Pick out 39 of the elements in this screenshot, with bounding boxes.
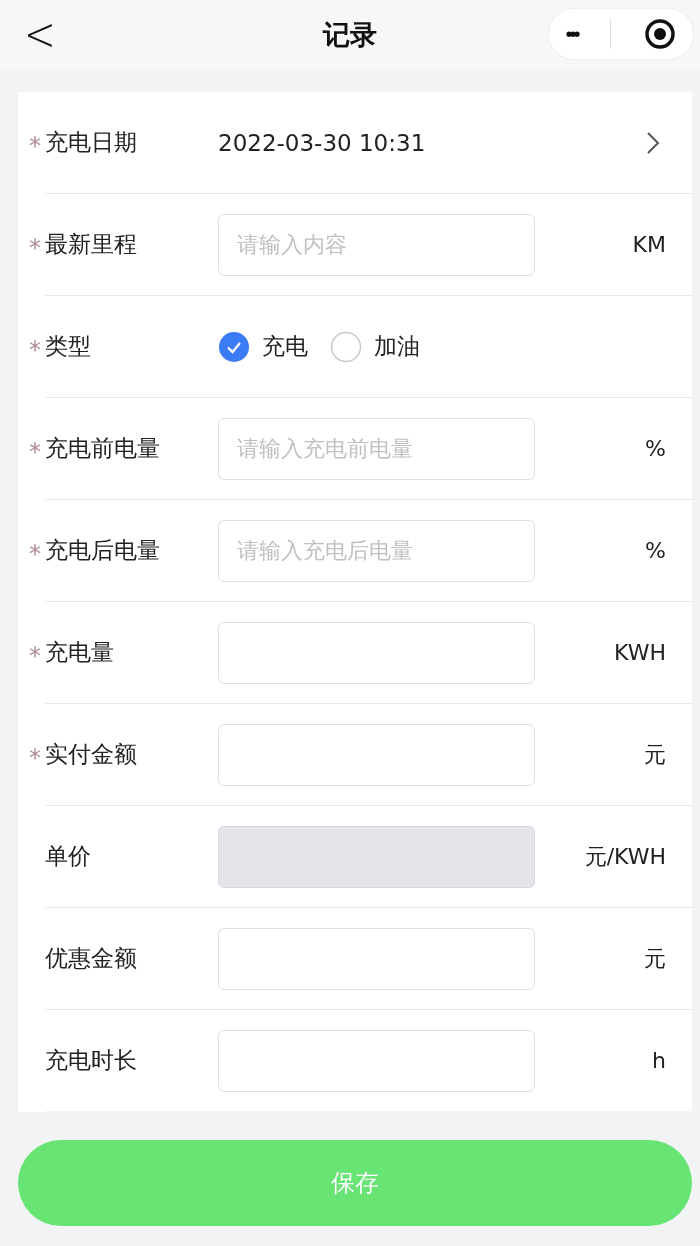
chevron-right-icon[interactable]	[646, 130, 660, 155]
field-label: 类型	[45, 332, 91, 361]
required-mark: *	[29, 133, 42, 158]
unit-label: %	[645, 436, 666, 461]
unit-label: %	[645, 538, 666, 563]
input-field[interactable]: 请输入充电前电量	[218, 417, 535, 480]
unit-label: 元/KWH	[584, 842, 666, 871]
required-mark: *	[29, 439, 42, 464]
input-field[interactable]	[218, 723, 535, 786]
input-field[interactable]: 请输入充电后电量	[218, 519, 535, 582]
unit-label: KWH	[614, 640, 666, 665]
required-mark: *	[29, 643, 42, 668]
field-label: 单价	[45, 842, 91, 871]
input-field[interactable]	[218, 927, 535, 990]
field-label: 充电日期	[45, 128, 137, 157]
date-value[interactable]: 2022-03-30 10:31	[218, 129, 426, 156]
field-label: 充电前电量	[45, 434, 160, 463]
unit-label: 元	[644, 740, 666, 769]
input-field[interactable]: 请输入内容	[218, 213, 535, 276]
required-mark: *	[29, 541, 42, 566]
field-label: 优惠金额	[45, 944, 137, 973]
unit-label: 元	[644, 944, 666, 973]
radio-option[interactable]: 加油	[330, 330, 420, 363]
field-label: 充电后电量	[45, 536, 160, 565]
required-mark: *	[29, 745, 42, 770]
field-label: 充电量	[45, 638, 114, 667]
required-mark: *	[29, 235, 42, 260]
more-button[interactable]: •••	[565, 22, 578, 46]
field-label: 充电时长	[45, 1046, 137, 1075]
input-field[interactable]	[218, 621, 535, 684]
back-button[interactable]: <	[18, 7, 62, 61]
field-label: 实付金额	[45, 740, 137, 769]
unit-label: KM	[632, 232, 666, 257]
radio-option[interactable]: 充电	[218, 330, 308, 363]
required-mark: *	[29, 337, 42, 362]
field-label: 最新里程	[45, 230, 137, 259]
unit-label: h	[652, 1048, 666, 1073]
page-title: 记录	[323, 18, 377, 52]
input-field[interactable]	[218, 1029, 535, 1092]
